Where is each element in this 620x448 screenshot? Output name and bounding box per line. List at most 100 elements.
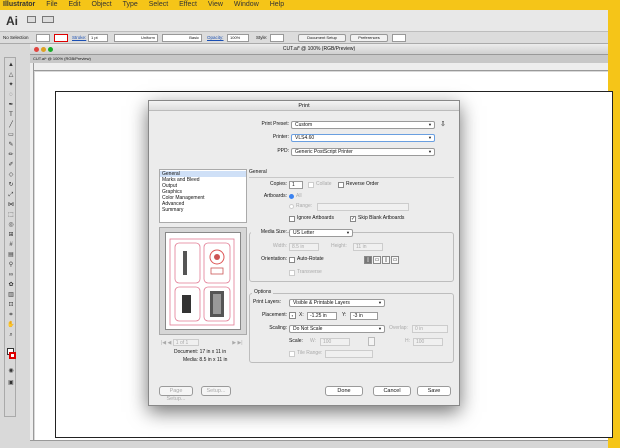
mesh-tool-icon[interactable]: # <box>7 242 15 248</box>
reverse-order-checkbox[interactable] <box>338 182 344 188</box>
portrait-flipped-icon[interactable]: ▯ <box>382 256 390 264</box>
opacity-label[interactable]: Opacity: <box>207 32 224 44</box>
paintbrush-tool-icon[interactable]: ✎ <box>7 142 15 148</box>
brush-definition[interactable]: Basic <box>162 34 202 42</box>
print-layers-select[interactable]: Visible & Printable Layers ▼ <box>289 299 385 307</box>
document-tab[interactable]: CUT.ai* @ 100% (RGB/Preview) <box>30 55 608 63</box>
pen-tool-icon[interactable]: ✒ <box>7 102 15 108</box>
pencil-tool-icon[interactable]: ✏ <box>7 152 15 158</box>
next-page-icon[interactable]: ▶ <box>232 340 236 346</box>
setup-button[interactable]: Setup... <box>201 386 231 396</box>
menu-illustrator[interactable]: Illustrator <box>3 1 35 8</box>
free-transform-tool-icon[interactable]: ⬚ <box>7 212 15 218</box>
overlap-input[interactable]: 0 in <box>412 325 448 333</box>
shape-builder-tool-icon[interactable]: ◎ <box>7 222 15 228</box>
menu-view[interactable]: View <box>208 1 223 8</box>
artboard-tool-icon[interactable]: ⊡ <box>7 302 15 308</box>
all-artboards-radio[interactable] <box>289 194 294 199</box>
y-input[interactable]: -3 in <box>350 312 378 320</box>
tile-range-checkbox[interactable] <box>289 351 295 357</box>
menu-file[interactable]: File <box>46 1 57 8</box>
preferences-button[interactable]: Preferences <box>350 34 388 42</box>
symbol-sprayer-tool-icon[interactable]: ✿ <box>7 282 15 288</box>
minimize-window-icon[interactable] <box>41 47 46 52</box>
menu-help[interactable]: Help <box>270 1 284 8</box>
print-preset-select[interactable]: Custom ▼ <box>291 121 435 129</box>
height-input[interactable]: 11 in <box>353 243 383 251</box>
scale-tool-icon[interactable]: ⤢ <box>7 192 15 198</box>
workspace-switcher-icon[interactable] <box>42 16 54 23</box>
type-tool-icon[interactable]: T <box>7 112 15 118</box>
media-size-select[interactable]: US Letter ▼ <box>289 229 353 237</box>
drawing-mode-icon[interactable]: ◉ <box>7 368 15 374</box>
ppd-select[interactable]: Generic PostScript Printer ▼ <box>291 148 435 156</box>
screen-mode-icon[interactable]: ▣ <box>7 380 15 386</box>
landscape-flipped-icon[interactable]: ▭ <box>391 256 399 264</box>
selection-tool-icon[interactable]: ▲ <box>7 62 15 68</box>
stroke-swatch[interactable] <box>54 34 68 42</box>
menu-edit[interactable]: Edit <box>68 1 80 8</box>
menu-window[interactable]: Window <box>234 1 259 8</box>
last-page-icon[interactable]: ▶| <box>237 340 242 346</box>
zoom-window-icon[interactable] <box>48 47 53 52</box>
save-button[interactable]: Save <box>417 386 451 396</box>
transverse-checkbox[interactable] <box>289 270 295 276</box>
magic-wand-tool-icon[interactable]: ✦ <box>7 82 15 88</box>
page-field[interactable]: 1 of 1 <box>172 339 199 346</box>
column-graph-tool-icon[interactable]: ▥ <box>7 292 15 298</box>
arrange-documents-icon[interactable] <box>392 34 406 42</box>
perspective-grid-tool-icon[interactable]: ⊞ <box>7 232 15 238</box>
ignore-artboards-checkbox[interactable] <box>289 216 295 222</box>
tile-range-input[interactable] <box>325 350 373 358</box>
scale-h-input[interactable]: 100 <box>413 338 443 346</box>
width-input[interactable]: 8.5 in <box>289 243 319 251</box>
lasso-tool-icon[interactable]: ◌ <box>7 92 15 98</box>
print-preview[interactable] <box>159 227 247 335</box>
eyedropper-tool-icon[interactable]: ⚲ <box>7 262 15 268</box>
menu-select[interactable]: Select <box>149 1 168 8</box>
prev-page-icon[interactable]: ◀ <box>168 340 172 346</box>
auto-rotate-checkbox[interactable] <box>289 257 295 263</box>
line-tool-icon[interactable]: ╱ <box>7 122 15 128</box>
variable-width-profile[interactable]: Uniform <box>114 34 158 42</box>
hand-tool-icon[interactable]: ✋ <box>7 322 15 328</box>
pager-controls[interactable]: |◀ ◀ 1 of 1 ▶ ▶| <box>161 339 247 347</box>
menu-object[interactable]: Object <box>92 1 112 8</box>
eraser-tool-icon[interactable]: ◇ <box>7 172 15 178</box>
zoom-tool-icon[interactable]: ⌕ <box>7 332 15 338</box>
cancel-button[interactable]: Cancel <box>373 386 411 396</box>
rectangle-tool-icon[interactable]: ▭ <box>7 132 15 138</box>
x-input[interactable]: -1.25 in <box>307 312 337 320</box>
style-picker[interactable] <box>270 34 284 42</box>
bridge-icon[interactable] <box>27 16 36 23</box>
save-preset-icon[interactable]: ⇩ <box>440 121 446 128</box>
placement-reference-icon[interactable]: ▪ <box>289 312 296 319</box>
slice-tool-icon[interactable]: ⌗ <box>7 312 15 318</box>
stroke-color-swatch[interactable] <box>9 352 16 359</box>
printer-select[interactable]: VLS4.60 ▼ <box>291 134 435 142</box>
collate-checkbox[interactable] <box>308 182 314 188</box>
menu-type[interactable]: Type <box>123 1 138 8</box>
constrain-proportions-icon[interactable] <box>368 337 375 346</box>
first-page-icon[interactable]: |◀ <box>161 340 166 346</box>
rotate-tool-icon[interactable]: ↻ <box>7 182 15 188</box>
skip-blank-checkbox[interactable]: ✓ <box>350 216 356 222</box>
page-setup-button[interactable]: Page Setup... <box>159 386 193 402</box>
fill-swatch[interactable] <box>36 34 50 42</box>
stroke-label[interactable]: Stroke: <box>72 32 86 44</box>
direct-selection-tool-icon[interactable]: △ <box>7 72 15 78</box>
category-summary[interactable]: Summary <box>160 207 246 213</box>
copies-input[interactable]: 1 <box>289 181 303 189</box>
range-input[interactable] <box>317 203 409 211</box>
done-button[interactable]: Done <box>325 386 363 396</box>
document-setup-button[interactable]: Document Setup <box>298 34 346 42</box>
gradient-tool-icon[interactable]: ▤ <box>7 252 15 258</box>
landscape-icon[interactable]: ▭ <box>373 256 381 264</box>
blend-tool-icon[interactable]: ∞ <box>7 272 15 278</box>
opacity-input[interactable]: 100% <box>227 34 249 42</box>
range-radio[interactable] <box>289 204 294 209</box>
portrait-icon[interactable]: ▯ <box>364 256 372 264</box>
scaling-select[interactable]: Do Not Scale ▼ <box>289 325 385 333</box>
menu-effect[interactable]: Effect <box>179 1 197 8</box>
width-tool-icon[interactable]: ⋈ <box>7 202 15 208</box>
